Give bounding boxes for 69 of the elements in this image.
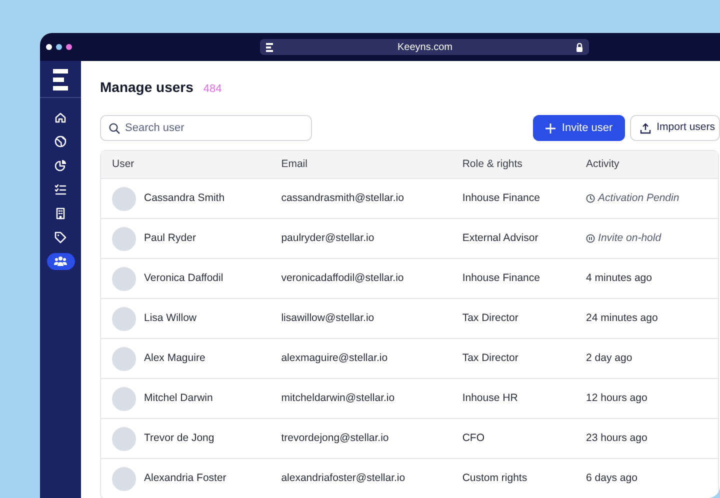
role-cell: Custom rights: [451, 459, 576, 498]
clock-icon: [586, 194, 596, 203]
activity-text: 12 hours ago: [586, 392, 648, 404]
role-cell: Tax Director: [451, 339, 576, 379]
role-cell: Inhouse Finance: [451, 179, 576, 219]
column-header: Activity: [575, 151, 718, 179]
window-dot[interactable]: [66, 44, 72, 50]
import-button[interactable]: Import users: [630, 115, 720, 141]
activity-text: 4 minutes ago: [586, 272, 652, 284]
users-icon: [54, 255, 67, 268]
page-title: Manage users: [100, 78, 194, 97]
email-cell: alexmaguire@stellar.io: [270, 339, 452, 379]
column-header: User: [101, 151, 270, 179]
pause-icon: [586, 234, 596, 243]
role-cell: CFO: [451, 419, 576, 459]
user-name: Trevor de Jong: [144, 430, 214, 446]
user-name: Alexandria Foster: [144, 470, 226, 486]
user-name: Mitchel Darwin: [144, 390, 213, 406]
invite-button[interactable]: Invite user: [532, 115, 625, 141]
avatar-placeholder: [112, 386, 136, 410]
role-cell: Inhouse Finance: [451, 259, 576, 299]
role-cell: Inhouse HR: [451, 379, 576, 419]
activity-status: Invite on-hold: [598, 230, 662, 246]
user-name: Veronica Daffodil: [144, 270, 224, 286]
column-header: Role & rights: [451, 151, 576, 179]
avatar-placeholder: [112, 466, 136, 490]
email-cell: alexandriafoster@stellar.io: [270, 459, 452, 498]
pie-chart-icon: [54, 159, 67, 172]
activity-text: 23 hours ago: [586, 432, 648, 444]
address-bar[interactable]: Keeyns.com: [260, 39, 589, 55]
plus-icon: [544, 122, 556, 134]
user-name: Cassandra Smith: [144, 190, 225, 206]
avatar-placeholder: [112, 306, 136, 330]
building-icon: [54, 207, 67, 220]
email-cell: veronicadaffodil@stellar.io: [270, 259, 452, 299]
role-cell: Tax Director: [451, 299, 576, 339]
activity-status: Activation Pendin: [598, 190, 680, 206]
column-header: Email: [270, 151, 452, 179]
window-dot[interactable]: [56, 44, 62, 50]
user-name: Alex Maguire: [144, 350, 206, 366]
email-cell: cassandrasmith@stellar.io: [270, 179, 452, 219]
email-cell: paulryder@stellar.io: [270, 219, 452, 259]
sidebar-item[interactable]: [46, 253, 74, 270]
address-text: Keeyns.com: [396, 40, 454, 54]
user-name: Paul Ryder: [144, 230, 196, 246]
email-cell: mitcheldarwin@stellar.io: [270, 379, 452, 419]
window-dot[interactable]: [46, 44, 52, 50]
logo-icon: [52, 69, 68, 91]
upload-icon: [640, 122, 651, 134]
activity-text: 6 days ago: [586, 472, 638, 484]
role-cell: External Advisor: [451, 219, 576, 259]
avatar-placeholder: [112, 346, 136, 370]
search-field[interactable]: Search user: [100, 115, 312, 141]
avatar-placeholder: [112, 426, 136, 450]
checklist-icon: [54, 183, 67, 196]
activity-text: 24 minutes ago: [586, 312, 658, 324]
lock-icon: [576, 42, 583, 52]
globe-icon: [54, 135, 67, 148]
avatar-placeholder: [112, 186, 136, 210]
email-cell: trevordejong@stellar.io: [270, 419, 452, 459]
activity-text: 2 day ago: [586, 352, 632, 364]
home-icon: [54, 111, 67, 124]
user-name: Lisa Willow: [144, 310, 197, 326]
user-count: 484: [203, 82, 222, 97]
avatar-placeholder: [112, 266, 136, 290]
tag-icon: [54, 231, 67, 244]
logo-icon: [266, 42, 274, 52]
avatar-placeholder: [112, 226, 136, 250]
email-cell: lisawillow@stellar.io: [270, 299, 452, 339]
